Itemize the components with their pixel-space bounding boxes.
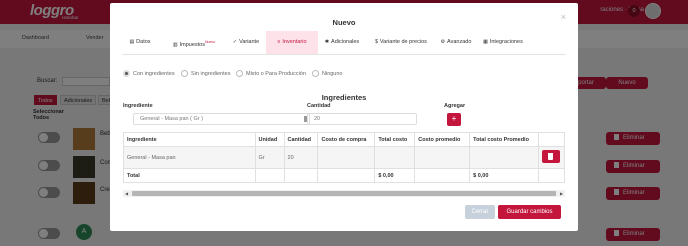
col-cantidad: Cantidad: [283, 132, 319, 147]
file-icon: ▤: [129, 39, 135, 45]
cog-icon: ⚙: [440, 39, 446, 45]
horizontal-scrollbar[interactable]: ◀ ▶: [123, 190, 565, 197]
cell-unidad: Gr: [254, 146, 285, 169]
bank-icon: ▥: [172, 41, 178, 48]
scrollbar-thumb[interactable]: [132, 191, 556, 196]
col-costo-compra: Costo de compra: [317, 132, 376, 147]
cell-costo-compra: [317, 146, 376, 169]
col-costo-promedio: Costo promedio: [414, 132, 471, 147]
grid-icon: ▦: [483, 39, 488, 45]
total-label: Total: [123, 168, 256, 183]
radio-mixto[interactable]: Mixto o Para Producción: [236, 70, 306, 77]
cell-total-costo-promedio: [469, 146, 539, 169]
new-product-modal: Nuevo × ▤ Datos ▥ ImpuestosNuevo ✓ Variante…: [110, 3, 578, 231]
radio-ninguno[interactable]: Ninguno: [312, 70, 343, 77]
tab-integraciones[interactable]: ▦ Integraciones: [478, 31, 528, 54]
delete-ingredient-button[interactable]: [542, 150, 561, 163]
dollar-icon: $: [375, 39, 378, 45]
section-title: Ingredientes: [321, 93, 367, 102]
ingredient-select[interactable]: General - Masa pan ( Gr ): [133, 113, 310, 125]
total-costo-value: $ 0,00: [374, 168, 416, 183]
cell-total-costo: [374, 146, 416, 169]
ingredients-table: Ingrediente Unidad Cantidad Costo de com…: [123, 132, 566, 183]
cell-ingrediente: General - Masa pan: [123, 146, 256, 169]
cell-costo-promedio: [414, 146, 471, 169]
tab-avanzado[interactable]: ⚙ Avanzado: [434, 31, 478, 54]
save-button[interactable]: Guardar cambios: [498, 205, 561, 219]
scroll-right-icon[interactable]: ▶: [558, 190, 565, 197]
tab-new-badge: Nuevo: [204, 40, 216, 44]
cell-actions: [537, 146, 566, 169]
total-costo-promedio-value: $ 0,00: [469, 168, 539, 183]
add-ingredient-button[interactable]: +: [447, 113, 461, 126]
radio-con-ingredientes[interactable]: Con ingredientes: [123, 70, 175, 77]
col-total-costo-promedio: Total costo Promedio: [469, 132, 539, 147]
check-icon: ✓: [232, 39, 238, 45]
add-label: Agregar: [444, 103, 466, 109]
modal-title: Nuevo: [332, 18, 356, 27]
col-total-costo: Total costo: [374, 132, 416, 147]
scroll-left-icon[interactable]: ◀: [123, 190, 130, 197]
tab-variante[interactable]: ✓ Variante: [226, 31, 266, 54]
list-icon: ≡: [277, 39, 281, 45]
tab-impuestos[interactable]: ▥ ImpuestosNuevo: [162, 31, 226, 54]
quantity-label: Cantidad: [307, 103, 331, 109]
cancel-button[interactable]: Cerrar: [465, 205, 495, 219]
cell-cantidad: 20: [283, 146, 319, 169]
col-ingrediente: Ingrediente: [123, 132, 256, 147]
close-icon[interactable]: ×: [561, 12, 566, 22]
modal-tabs: ▤ Datos ▥ ImpuestosNuevo ✓ Variante ≡ Invent…: [122, 31, 566, 55]
ingredient-label: Ingrediente: [123, 103, 153, 109]
gear-icon: ✱: [324, 39, 330, 45]
tab-adicionales[interactable]: ✱ Adicionales: [318, 31, 366, 54]
radio-sin-ingredientes[interactable]: Sin ingredientes: [181, 70, 230, 77]
tab-variante-precios[interactable]: $ Variante de precios: [368, 31, 434, 54]
col-unidad: Unidad: [254, 132, 285, 147]
col-actions: [537, 132, 566, 147]
table-row: General - Masa pan Gr 20: [123, 146, 566, 169]
tab-datos[interactable]: ▤ Datos: [122, 31, 158, 54]
table-total-row: Total $ 0,00 $ 0,00: [123, 168, 566, 183]
quantity-input[interactable]: 20: [307, 113, 417, 125]
tab-inventario[interactable]: ≡ Inventario: [266, 31, 318, 54]
